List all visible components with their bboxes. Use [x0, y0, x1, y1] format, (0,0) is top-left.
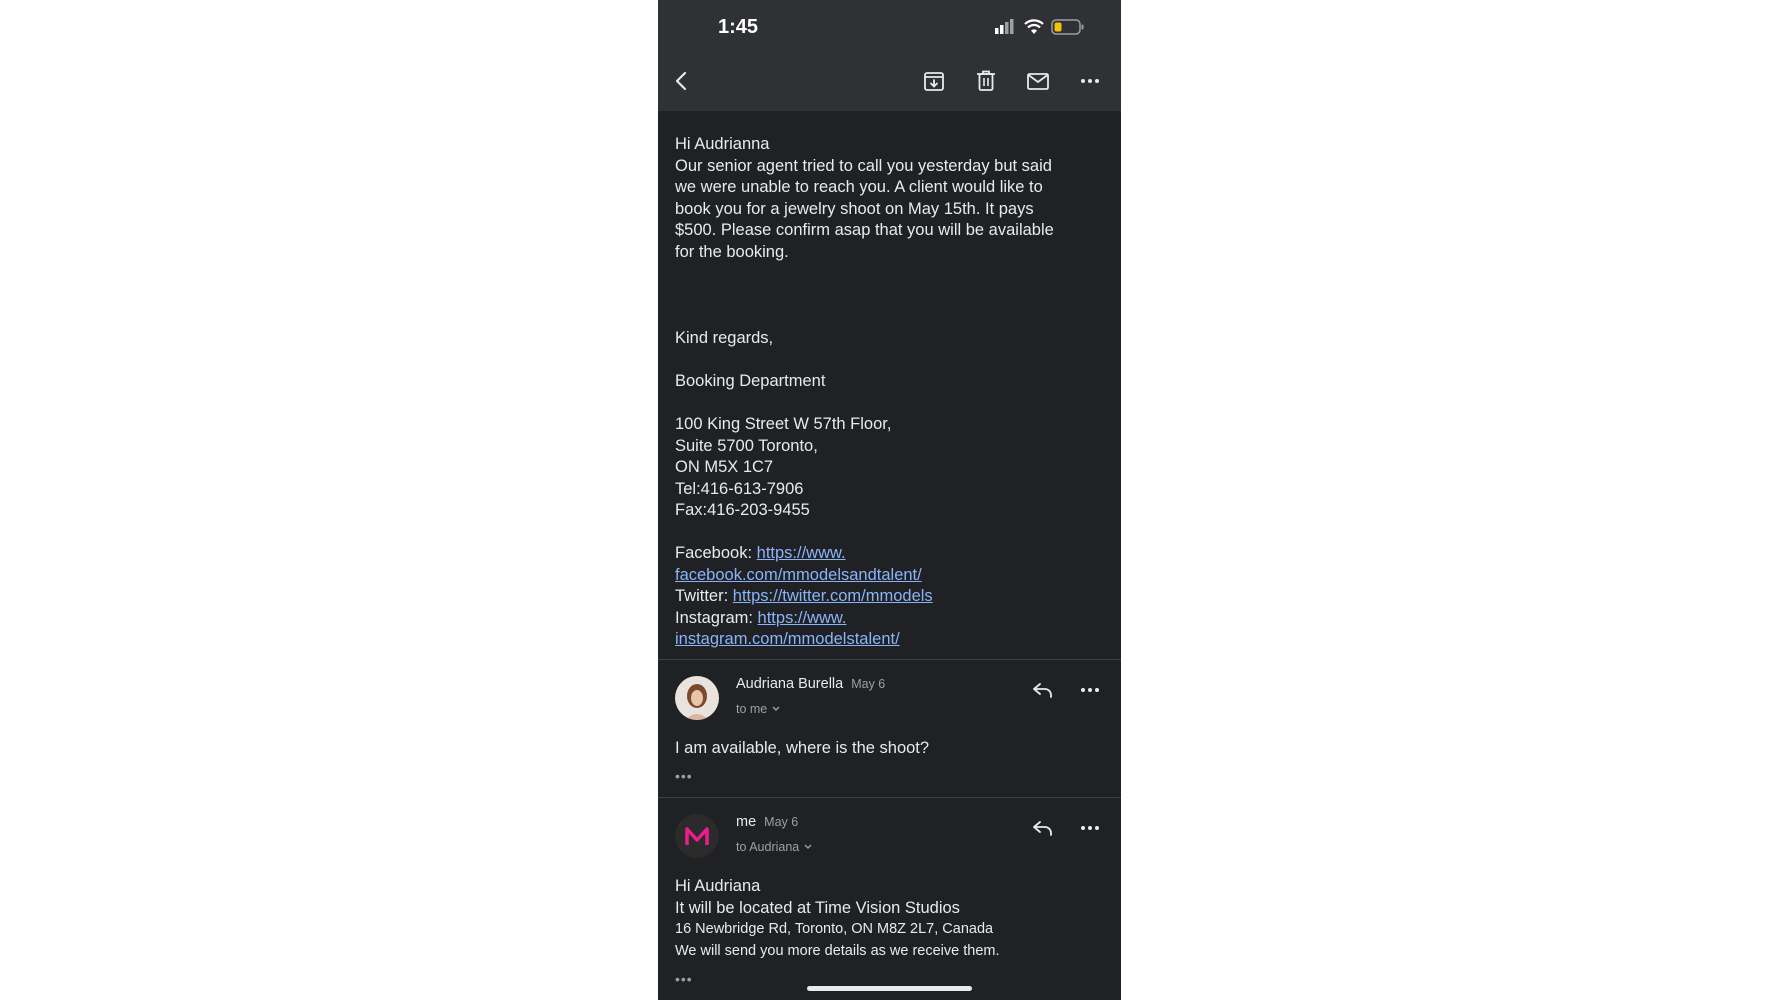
para-line: $500. Please confirm asap that you will … [675, 221, 1054, 240]
chevron-down-icon [804, 844, 812, 849]
delete-button[interactable] [973, 68, 999, 94]
chevron-left-icon [675, 71, 687, 91]
message-2-header[interactable]: Audriana Burella May 6 [736, 676, 885, 692]
recipient-text: to Audriana [736, 840, 800, 854]
address-line: ON M5X 1C7 [675, 458, 774, 477]
recipient-text: to me [736, 702, 768, 716]
recipient-toggle[interactable]: to Audriana [736, 840, 813, 854]
my-avatar [675, 814, 719, 858]
avatar-photo [675, 676, 719, 720]
status-time: 1:45 [718, 16, 759, 38]
body-line: 16 Newbridge Rd, Toronto, ON M8Z 2L7, Ca… [675, 921, 994, 938]
para-line: book you for a jewelry shoot on May 15th… [675, 199, 1034, 218]
trash-icon [977, 70, 995, 91]
twitter-label: Twitter: [675, 587, 733, 606]
para-line: Our senior agent tried to call you yeste… [675, 156, 1052, 175]
app-header: 1:45 [658, 0, 1121, 111]
divider [658, 659, 1121, 660]
message-more-button[interactable] [1077, 677, 1103, 703]
message-date: May 6 [851, 677, 886, 691]
message-1-body: Hi Audrianna Our senior agent tried to c… [675, 134, 1054, 264]
sender-avatar [675, 676, 719, 720]
address-line: 100 King Street W 57th Floor, [675, 415, 892, 433]
department: Booking Department [675, 372, 826, 390]
recipient-toggle[interactable]: to me [736, 702, 781, 716]
greeting: Hi Audrianna [675, 135, 770, 153]
battery-icon [1051, 19, 1084, 35]
reply-button[interactable] [1030, 815, 1056, 841]
message-2-body: I am available, where is the shoot? [675, 739, 930, 757]
more-horizontal-icon [1081, 826, 1099, 830]
reply-button[interactable] [1030, 677, 1056, 703]
reply-icon [1033, 683, 1052, 698]
sender-name: Audriana Burella [736, 676, 844, 692]
instagram-link-cont[interactable]: instagram.com/mmodelstalent/ [675, 630, 900, 648]
back-button[interactable] [669, 68, 695, 94]
fax-number: Fax:416-203-9455 [675, 501, 810, 520]
para-line: we were unable to reach you. A client wo… [675, 178, 1043, 197]
phone-screen: 1:45 Hi Audrianna Our senior agent tried… [658, 0, 1121, 1000]
mail-icon [1027, 73, 1049, 90]
archive-icon [924, 72, 944, 91]
message-3-body: Hi Audriana It will be located at Time V… [675, 876, 1000, 962]
facebook-link-cont[interactable]: facebook.com/mmodelsandtalent/ [675, 566, 922, 584]
instagram-label: Instagram: [675, 608, 758, 627]
twitter-link[interactable]: https://twitter.com/mmodels [733, 587, 933, 605]
avatar-logo [675, 814, 719, 858]
address-line: Suite 5700 Toronto, [675, 436, 818, 455]
sender-name: me [736, 814, 757, 830]
message-3-header[interactable]: me May 6 [736, 814, 798, 830]
social-links: Facebook: https://www. facebook.com/mmod… [675, 543, 933, 651]
address-block: 100 King Street W 57th Floor, Suite 5700… [675, 414, 891, 522]
show-trimmed-button[interactable]: ••• [675, 768, 693, 784]
archive-button[interactable] [921, 68, 947, 94]
instagram-link[interactable]: https://www. [758, 609, 847, 627]
body-line: We will send you more details as we rece… [675, 942, 1000, 959]
closing: Kind regards, [675, 329, 774, 347]
more-horizontal-icon [1081, 688, 1099, 692]
more-horizontal-icon [1081, 79, 1099, 83]
phone-number: Tel:416-613-7906 [675, 479, 804, 498]
signal-icon [995, 19, 1014, 34]
home-indicator[interactable] [807, 986, 972, 991]
body-line: It will be located at Time Vision Studio… [675, 898, 960, 917]
wifi-icon [1024, 19, 1044, 34]
mark-unread-button[interactable] [1025, 68, 1051, 94]
greeting: Hi Audriana [675, 877, 761, 895]
facebook-link[interactable]: https://www. [757, 544, 846, 562]
more-button[interactable] [1077, 68, 1103, 94]
reply-icon [1033, 821, 1052, 836]
show-trimmed-button[interactable]: ••• [675, 971, 693, 987]
message-more-button[interactable] [1077, 815, 1103, 841]
message-date: May 6 [764, 815, 799, 829]
divider [658, 797, 1121, 798]
para-line: for the booking. [675, 242, 789, 261]
chevron-down-icon [772, 706, 780, 711]
facebook-label: Facebook: [675, 544, 757, 562]
